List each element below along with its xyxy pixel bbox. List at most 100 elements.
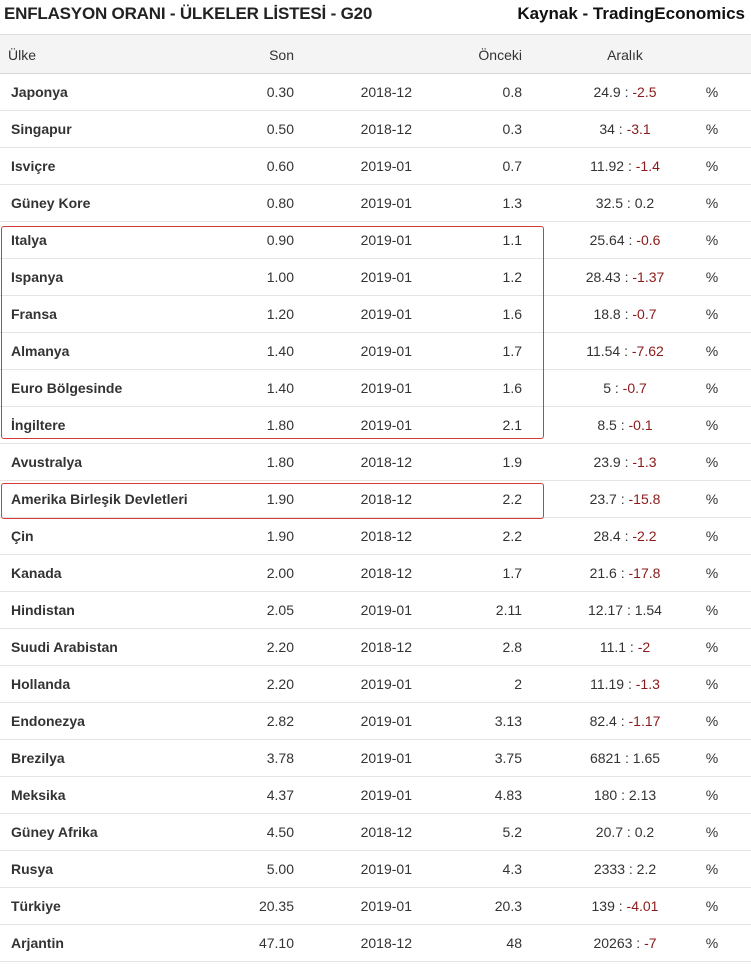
cell-previous: 4.3: [502, 861, 522, 877]
table-row[interactable]: Avustralya 1.80 2018-12 1.9 23.9 : -1.3%: [0, 444, 751, 481]
cell-unit: %: [705, 565, 719, 581]
cell-country[interactable]: Amerika Birleşik Devletleri: [11, 481, 188, 518]
table-row[interactable]: Arjantin 47.10 2018-12 48 20263 : -7%: [0, 925, 751, 962]
table-header: Ülke Son Önceki Aralık: [0, 34, 751, 74]
table-row[interactable]: Hindistan 2.05 2019-01 2.11 12.17 : 1.54%: [0, 592, 751, 629]
cell-country[interactable]: Güney Kore: [11, 185, 90, 222]
cell-country[interactable]: Çin: [11, 518, 34, 555]
table-row[interactable]: Brezilya 3.78 2019-01 3.75 6821 : 1.65%: [0, 740, 751, 777]
cell-country[interactable]: Isviçre: [11, 148, 55, 185]
cell-country[interactable]: Ispanya: [11, 259, 63, 296]
inflation-table: Ülke Son Önceki Aralık Japonya 0.30 2018-1…: [0, 34, 751, 962]
table-body: Japonya 0.30 2018-12 0.8 24.9 : -2.5% Singapu…: [0, 74, 751, 962]
cell-range: 20.7 : 0.2: [550, 814, 700, 851]
range-low: -1.37: [632, 269, 665, 285]
cell-previous: 2.1: [502, 417, 522, 433]
table-row[interactable]: Fransa 1.20 2019-01 1.6 18.8 : -0.7%: [0, 296, 751, 333]
table-row[interactable]: Güney Afrika 4.50 2018-12 5.2 20.7 : 0.2%: [0, 814, 751, 851]
table-row[interactable]: Almanya 1.40 2019-01 1.7 11.54 : -7.62%: [0, 333, 751, 370]
cell-unit: %: [705, 491, 719, 507]
cell-country[interactable]: Euro Bölgesinde: [11, 370, 122, 407]
range-low: -2.2: [632, 528, 657, 544]
table-row[interactable]: Italya 0.90 2019-01 1.1 25.64 : -0.6%: [0, 222, 751, 259]
cell-previous: 0.3: [502, 121, 522, 137]
table-row[interactable]: Singapur 0.50 2018-12 0.3 34 : -3.1%: [0, 111, 751, 148]
cell-range: 34 : -3.1: [550, 111, 700, 148]
range-high: 28.43 :: [585, 269, 633, 285]
title-bar: ENFLASYON ORANI - ÜLKELER LİSTESİ - G20 …: [0, 0, 751, 34]
range-low: -0.6: [636, 232, 661, 248]
table-row[interactable]: Türkiye 20.35 2019-01 20.3 139 : -4.01%: [0, 888, 751, 925]
header-range[interactable]: Aralık: [550, 35, 700, 75]
cell-country[interactable]: Fransa: [11, 296, 57, 333]
range-high: 11.1 :: [599, 639, 638, 655]
cell-range: 5 : -0.7: [550, 370, 700, 407]
cell-country[interactable]: Italya: [11, 222, 47, 259]
cell-last: 0.60: [266, 158, 294, 174]
range-high: 28.4 :: [593, 528, 633, 544]
table-row[interactable]: Japonya 0.30 2018-12 0.8 24.9 : -2.5%: [0, 74, 751, 111]
range-high: 24.9 :: [593, 84, 633, 100]
range-high: 180 :: [593, 787, 629, 803]
table-row[interactable]: Isviçre 0.60 2019-01 0.7 11.92 : -1.4%: [0, 148, 751, 185]
cell-country[interactable]: Almanya: [11, 333, 69, 370]
range-low: -15.8: [628, 491, 661, 507]
cell-range: 32.5 : 0.2: [550, 185, 700, 222]
table-row[interactable]: İngiltere 1.80 2019-01 2.1 8.5 : -0.1%: [0, 407, 751, 444]
table-row[interactable]: Rusya 5.00 2019-01 4.3 2333 : 2.2%: [0, 851, 751, 888]
cell-previous: 48: [506, 935, 522, 951]
range-low: -0.7: [632, 306, 657, 322]
cell-last: 3.78: [266, 750, 294, 766]
header-previous[interactable]: Önceki: [460, 35, 522, 75]
cell-date: 2019-01: [360, 861, 412, 877]
range-low: -7.62: [631, 343, 664, 359]
range-high: 12.17 :: [588, 602, 635, 618]
table-row[interactable]: Ispanya 1.00 2019-01 1.2 28.43 : -1.37%: [0, 259, 751, 296]
table-row[interactable]: Suudi Arabistan 2.20 2018-12 2.8 11.1 : -2%: [0, 629, 751, 666]
cell-country[interactable]: Meksika: [11, 777, 65, 814]
cell-date: 2018-12: [360, 639, 412, 655]
table-row[interactable]: Hollanda 2.20 2019-01 2 11.19 : -1.3%: [0, 666, 751, 703]
cell-country[interactable]: Avustralya: [11, 444, 82, 481]
cell-country[interactable]: Güney Afrika: [11, 814, 98, 851]
cell-unit: %: [705, 306, 719, 322]
cell-last: 1.90: [266, 491, 294, 507]
table-row[interactable]: Meksika 4.37 2019-01 4.83 180 : 2.13%: [0, 777, 751, 814]
range-high: 82.4 :: [589, 713, 629, 729]
cell-date: 2018-12: [360, 565, 412, 581]
range-high: 21.6 :: [589, 565, 629, 581]
cell-date: 2019-01: [360, 602, 412, 618]
range-high: 11.54 :: [586, 343, 632, 359]
table-row[interactable]: Kanada 2.00 2018-12 1.7 21.6 : -17.8%: [0, 555, 751, 592]
cell-previous: 0.7: [502, 158, 522, 174]
range-low: -2: [637, 639, 651, 655]
cell-country[interactable]: Suudi Arabistan: [11, 629, 118, 666]
cell-date: 2019-01: [360, 343, 412, 359]
table-row[interactable]: Amerika Birleşik Devletleri 1.90 2018-12 2.…: [0, 481, 751, 518]
cell-last: 1.00: [266, 269, 294, 285]
cell-range: 18.8 : -0.7: [550, 296, 700, 333]
table-row[interactable]: Endonezya 2.82 2019-01 3.13 82.4 : -1.17%: [0, 703, 751, 740]
cell-country[interactable]: Rusya: [11, 851, 53, 888]
cell-country[interactable]: Türkiye: [11, 888, 61, 925]
cell-last: 5.00: [266, 861, 294, 877]
cell-unit: %: [705, 84, 719, 100]
table-row[interactable]: Euro Bölgesinde 1.40 2019-01 1.6 5 : -0.7%: [0, 370, 751, 407]
table-row[interactable]: Güney Kore 0.80 2019-01 1.3 32.5 : 0.2%: [0, 185, 751, 222]
cell-date: 2018-12: [360, 454, 412, 470]
cell-country[interactable]: Hindistan: [11, 592, 75, 629]
cell-country[interactable]: Japonya: [11, 74, 68, 111]
cell-country[interactable]: Kanada: [11, 555, 62, 592]
header-last[interactable]: Son: [228, 35, 294, 75]
cell-country[interactable]: Endonezya: [11, 703, 85, 740]
cell-unit: %: [705, 454, 719, 470]
cell-country[interactable]: Hollanda: [11, 666, 70, 703]
table-row[interactable]: Çin 1.90 2018-12 2.2 28.4 : -2.2%: [0, 518, 751, 555]
cell-country[interactable]: İngiltere: [11, 407, 65, 444]
cell-country[interactable]: Arjantin: [11, 925, 64, 962]
cell-country[interactable]: Singapur: [11, 111, 72, 148]
header-country[interactable]: Ülke: [8, 35, 36, 75]
cell-unit: %: [705, 195, 719, 211]
cell-range: 82.4 : -1.17: [550, 703, 700, 740]
cell-country[interactable]: Brezilya: [11, 740, 65, 777]
